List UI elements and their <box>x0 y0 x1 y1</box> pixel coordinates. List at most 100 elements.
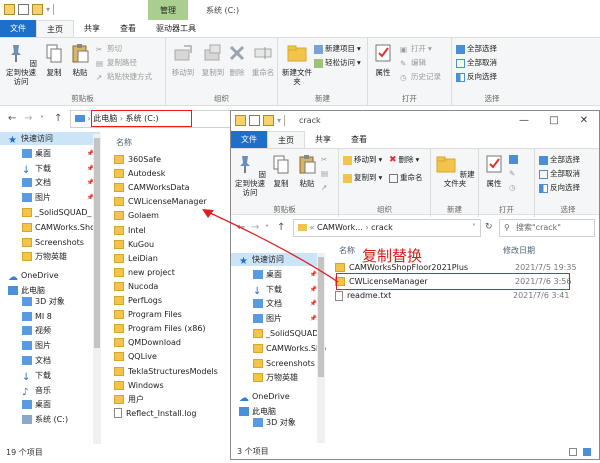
easy-access-button[interactable]: 轻松访问 ▾ <box>314 58 361 68</box>
manage-tab[interactable]: 管理 <box>148 0 188 20</box>
refresh-icon[interactable]: ↻ <box>485 222 493 232</box>
nav-item[interactable]: 万物英雄 <box>231 371 323 384</box>
maximize-button[interactable]: □ <box>539 111 569 131</box>
file-row[interactable]: Reflect_Install.log <box>114 407 196 420</box>
paste-button[interactable]: 粘贴 <box>295 153 319 188</box>
invert-selection-button[interactable]: 反向选择 <box>456 72 497 82</box>
file-row[interactable]: QQLive <box>114 350 157 363</box>
rename-button[interactable]: 重命名 <box>389 173 423 183</box>
copy-path-button[interactable]: ▤ 复制路径 <box>96 58 137 68</box>
paste-button[interactable]: 粘贴 <box>68 42 92 77</box>
nav-item[interactable]: CAMWorks.Sho <box>231 342 326 355</box>
open-button[interactable]: ▣ 打开 ▾ <box>400 44 432 54</box>
nav-scrollbar[interactable] <box>93 134 101 444</box>
select-none-button[interactable]: 全部取消 <box>539 169 580 179</box>
nav-item[interactable]: 3D 对象 <box>0 295 100 308</box>
file-row[interactable]: Program Files (x86) <box>114 322 206 335</box>
nav-item[interactable]: 系统 (C:) <box>0 413 100 426</box>
new-item-button[interactable]: 新建项目 ▾ <box>314 44 361 54</box>
file-row[interactable]: Autodesk <box>114 167 165 180</box>
tab-view[interactable]: 查看 <box>110 20 146 37</box>
tab-view[interactable]: 查看 <box>341 131 377 148</box>
nav-item[interactable]: ↓ 下载 <box>0 369 100 383</box>
file-row[interactable]: QMDownload <box>114 336 181 349</box>
nav-item[interactable]: ♪ 音乐 <box>0 384 100 398</box>
file-row[interactable]: 360Safe <box>114 153 161 166</box>
nav-item[interactable]: 图片 📌 <box>0 191 100 204</box>
address-dropdown-icon[interactable]: ˅ <box>472 220 476 236</box>
tab-file[interactable]: 文件 <box>231 131 267 148</box>
properties-button[interactable]: 属性 <box>370 42 396 77</box>
breadcrumb-current[interactable]: crack <box>371 223 393 232</box>
quick-access-dropdown-icon[interactable]: ▾ <box>46 4 50 15</box>
nav-item[interactable]: MI 8 <box>0 310 100 323</box>
cut-icon[interactable]: ✂ <box>321 155 327 165</box>
copy-button[interactable]: 复制 <box>269 153 293 188</box>
nav-item[interactable]: Screenshots <box>231 357 323 370</box>
file-row[interactable]: Program Files <box>114 308 182 321</box>
tab-share[interactable]: 共享 <box>305 131 341 148</box>
file-row[interactable]: 用户 <box>114 393 144 406</box>
tab-file[interactable]: 文件 <box>0 20 36 37</box>
cut-button[interactable]: ✂ 剪切 <box>96 44 122 54</box>
move-to-button[interactable]: 移动到 <box>168 42 198 77</box>
new-folder-icon[interactable] <box>32 4 43 15</box>
nav-item[interactable]: 文档 📌 <box>0 176 100 189</box>
delete-button[interactable]: 删除 <box>226 42 248 77</box>
tab-drive-tools[interactable]: 驱动器工具 <box>146 20 206 37</box>
details-view-icon[interactable] <box>569 448 577 456</box>
nav-item[interactable]: 3D 对象 <box>231 416 323 429</box>
copy-to-button[interactable]: 复制到 <box>198 42 228 77</box>
nav-item[interactable]: 视频 <box>0 324 100 337</box>
select-none-button[interactable]: 全部取消 <box>456 58 497 68</box>
nav-item[interactable]: ☁ OneDrive <box>0 269 100 283</box>
nav-item[interactable]: 图片 <box>0 339 100 352</box>
new-folder-button[interactable]: 新建文件夹 <box>435 153 475 188</box>
nav-item[interactable]: 桌面 📌 <box>0 147 100 160</box>
file-row[interactable]: Intel <box>114 224 146 237</box>
search-input[interactable]: ⚲ 搜索"crack" <box>499 219 595 237</box>
copy-button[interactable]: 复制 <box>42 42 66 77</box>
nav-item[interactable]: ★ 快速访问 <box>0 132 100 146</box>
recent-dropdown-icon[interactable]: ˅ <box>40 115 44 124</box>
invert-selection-button[interactable]: 反向选择 <box>539 183 580 193</box>
pin-icon[interactable]: 📌 <box>310 312 317 325</box>
open-icon[interactable] <box>509 155 518 164</box>
file-row[interactable]: readme.txt 2021/7/6 3:41 <box>335 289 595 302</box>
nav-item[interactable]: 桌面 <box>0 398 100 411</box>
tab-home[interactable]: 主页 <box>267 131 305 148</box>
nav-item[interactable]: CAMWorks.Sho <box>0 221 100 234</box>
nav-item[interactable]: Screenshots <box>0 236 100 249</box>
copy-to-button[interactable]: 复制到 ▾ <box>343 173 382 183</box>
edit-button[interactable]: ✎ 编辑 <box>400 58 426 68</box>
column-name-header[interactable]: 名称 <box>116 137 132 148</box>
forward-arrow-icon[interactable]: → <box>24 113 32 124</box>
up-arrow-icon[interactable]: ↑ <box>54 113 62 124</box>
select-all-button[interactable]: 全部选择 <box>456 44 497 54</box>
large-icons-view-icon[interactable] <box>583 448 591 456</box>
paste-shortcut-button[interactable]: ↗ 粘贴快捷方式 <box>96 72 152 82</box>
nav-item[interactable]: 图片 📌 <box>231 312 323 325</box>
edit-icon[interactable]: ✎ <box>509 169 515 179</box>
properties-check-icon[interactable] <box>249 115 260 126</box>
file-row[interactable]: KuGou <box>114 238 154 251</box>
delete-button[interactable]: ✖ 删除 ▾ <box>389 155 419 165</box>
column-date-header[interactable]: 修改日期 <box>503 245 535 256</box>
new-folder-icon[interactable] <box>263 115 274 126</box>
back-arrow-icon[interactable]: ← <box>8 113 16 124</box>
quick-access-dropdown-icon[interactable]: ▾ <box>277 115 281 126</box>
nav-item[interactable]: ↓ 下载 📌 <box>0 162 100 176</box>
nav-item[interactable]: 文档 <box>0 354 100 367</box>
nav-item[interactable]: ☁ OneDrive <box>231 390 323 404</box>
select-all-button[interactable]: 全部选择 <box>539 155 580 165</box>
file-row[interactable]: TeklaStructuresModels <box>114 365 218 378</box>
nav-item[interactable]: 文档 📌 <box>231 297 323 310</box>
close-button[interactable]: ✕ <box>569 111 599 131</box>
rename-button[interactable]: 重命名 <box>250 42 276 77</box>
minimize-button[interactable]: — <box>509 111 539 131</box>
tab-share[interactable]: 共享 <box>74 20 110 37</box>
nav-item[interactable]: 万物英雄 <box>0 250 100 263</box>
file-row[interactable]: PerfLogs <box>114 294 162 307</box>
pin-to-quick-access-button[interactable]: 固定到快速访问 <box>4 42 38 86</box>
new-folder-button[interactable]: 新建文件夹 <box>282 42 312 86</box>
